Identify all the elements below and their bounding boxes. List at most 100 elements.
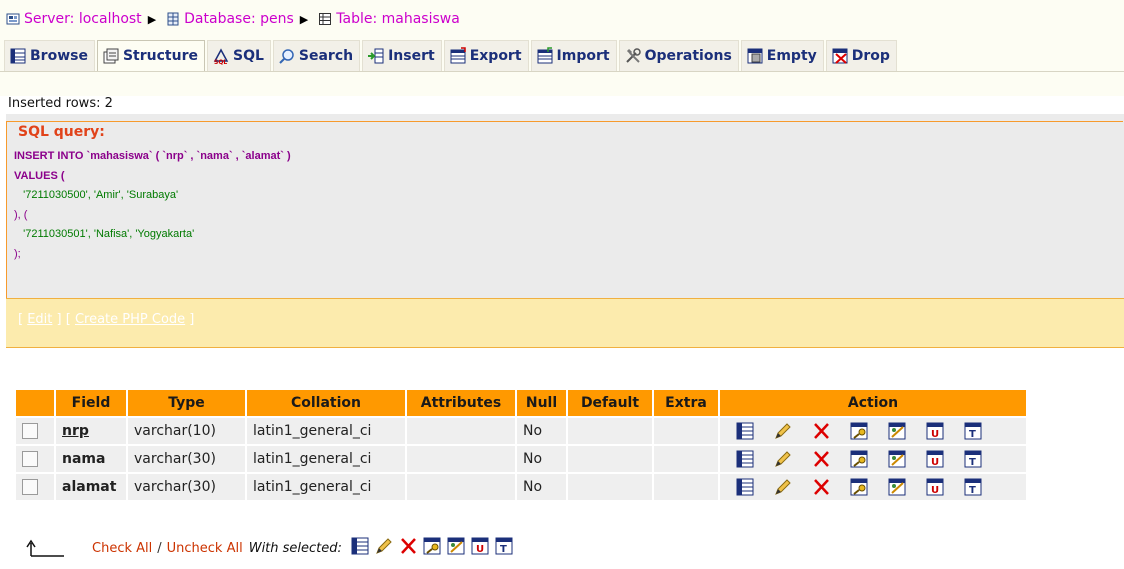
tab-insert-label: Insert <box>388 48 435 64</box>
with-selected-unique-icon[interactable]: U <box>470 536 490 560</box>
fulltext-icon[interactable]: T <box>954 421 992 441</box>
browse-icon[interactable] <box>726 449 764 469</box>
unique-icon[interactable]: U <box>916 477 954 497</box>
tab-drop-label: Drop <box>851 48 890 64</box>
structure-table: Field Type Collation Attributes Null Def… <box>14 388 1028 502</box>
field-collation: latin1_general_ci <box>247 446 405 472</box>
svg-text:U: U <box>931 485 939 496</box>
row-actions: UT <box>720 474 1026 500</box>
tab-export[interactable]: Export <box>443 40 529 71</box>
sql-line: INSERT INTO `mahasiswa` ( `nrp` , `nama`… <box>14 147 291 167</box>
unique-icon[interactable]: U <box>916 449 954 469</box>
field-type: varchar(30) <box>128 474 245 500</box>
with-selected-index-icon[interactable] <box>446 536 466 560</box>
index-icon[interactable] <box>878 449 916 469</box>
tab-search-label: Search <box>298 48 354 64</box>
svg-text:SQL: SQL <box>214 59 227 65</box>
sql-line-text: VALUES ( <box>14 169 65 182</box>
primary-key-icon[interactable] <box>840 421 878 441</box>
table-header-row: Field Type Collation Attributes Null Def… <box>16 390 1026 416</box>
header-default: Default <box>568 390 652 416</box>
primary-key-icon[interactable] <box>840 477 878 497</box>
tab-import[interactable]: Import <box>530 40 617 71</box>
tab-bar: Browse Structure SQL SQL Search Insert E… <box>4 40 897 71</box>
field-name: nama <box>56 446 126 472</box>
fulltext-icon[interactable]: T <box>954 449 992 469</box>
browse-icon[interactable] <box>726 477 764 497</box>
sql-line: '7211030501', 'Nafisa', 'Yogyakarta' <box>14 225 291 245</box>
edit-icon[interactable] <box>764 477 802 497</box>
tab-empty[interactable]: Empty <box>740 40 824 71</box>
field-attributes <box>407 418 515 444</box>
delete-icon[interactable] <box>802 449 840 469</box>
uncheck-all-link[interactable]: Uncheck All <box>167 541 243 556</box>
unique-icon[interactable]: U <box>916 421 954 441</box>
with-selected-browse-icon[interactable] <box>350 536 370 560</box>
sql-line-text: INSERT INTO `mahasiswa` ( `nrp` , `nama`… <box>14 150 291 162</box>
header-null: Null <box>517 390 566 416</box>
field-extra <box>654 418 718 444</box>
tab-bar-divider <box>0 71 1124 72</box>
field-default <box>568 474 652 500</box>
fulltext-icon[interactable]: T <box>954 477 992 497</box>
browse-icon <box>10 48 26 64</box>
with-selected-fulltext-icon[interactable]: T <box>494 536 514 560</box>
row-checkbox[interactable] <box>22 423 38 439</box>
field-type: varchar(30) <box>128 446 245 472</box>
with-selected-edit-icon[interactable] <box>374 536 394 560</box>
with-selected-delete-icon[interactable] <box>398 536 418 560</box>
empty-icon <box>747 48 763 64</box>
index-icon[interactable] <box>878 477 916 497</box>
field-name[interactable]: nrp <box>56 418 126 444</box>
delete-icon[interactable] <box>802 421 840 441</box>
edit-icon[interactable] <box>764 449 802 469</box>
table-row: nrp varchar(10) latin1_general_ci No UT <box>16 418 1026 444</box>
row-select-cell <box>16 474 54 500</box>
with-selected-primary-key-icon[interactable] <box>422 536 442 560</box>
tab-sql-label: SQL <box>232 48 264 64</box>
create-php-code-link[interactable]: Create PHP Code <box>75 312 185 327</box>
sql-query-text: INSERT INTO `mahasiswa` ( `nrp` , `nama`… <box>14 147 291 264</box>
row-checkbox[interactable] <box>22 451 38 467</box>
tab-search[interactable]: Search <box>272 40 361 71</box>
delete-icon[interactable] <box>802 477 840 497</box>
field-attributes <box>407 446 515 472</box>
index-icon[interactable] <box>878 421 916 441</box>
operations-icon <box>625 48 641 63</box>
primary-key-icon[interactable] <box>840 449 878 469</box>
with-selected-label: With selected: <box>248 540 342 556</box>
field-extra <box>654 446 718 472</box>
structure-icon <box>103 48 119 64</box>
tab-sql[interactable]: SQL SQL <box>206 40 271 71</box>
sql-line: '7211030500', 'Amir', 'Surabaya' <box>14 186 291 206</box>
row-checkbox[interactable] <box>22 479 38 495</box>
svg-text:U: U <box>931 429 939 440</box>
row-actions: UT <box>720 446 1026 472</box>
drop-icon <box>832 48 848 64</box>
sql-query-links: [ Edit ] [ Create PHP Code ] <box>18 312 195 327</box>
tab-export-label: Export <box>469 48 522 64</box>
insert-icon <box>368 48 384 64</box>
edit-query-link[interactable]: Edit <box>27 312 52 327</box>
tab-structure[interactable]: Structure <box>96 40 205 71</box>
breadcrumb-server-label: Server: localhost <box>24 11 142 27</box>
breadcrumb-database[interactable]: Database: pens <box>166 11 294 27</box>
browse-icon[interactable] <box>726 421 764 441</box>
tab-browse[interactable]: Browse <box>4 40 95 71</box>
check-all-link[interactable]: Check All <box>92 541 152 556</box>
status-message: Inserted rows: 2 <box>8 96 113 111</box>
tab-operations[interactable]: Operations <box>618 40 739 71</box>
table-icon <box>319 13 332 25</box>
sql-line-text: ); <box>14 247 21 260</box>
field-null: No <box>517 418 566 444</box>
return-arrow-icon <box>26 539 64 557</box>
breadcrumb-server[interactable]: Server: localhost <box>6 11 142 27</box>
breadcrumb-table[interactable]: Table: mahasiswa <box>318 11 460 27</box>
breadcrumb-table-label: Table: mahasiswa <box>336 11 460 27</box>
edit-icon[interactable] <box>764 421 802 441</box>
tab-insert[interactable]: Insert <box>362 40 442 71</box>
sql-line-text: '7211030500', 'Amir', 'Surabaya' <box>23 189 179 201</box>
svg-text:T: T <box>969 485 976 496</box>
table-row: nama varchar(30) latin1_general_ci No UT <box>16 446 1026 472</box>
tab-drop[interactable]: Drop <box>825 40 897 71</box>
